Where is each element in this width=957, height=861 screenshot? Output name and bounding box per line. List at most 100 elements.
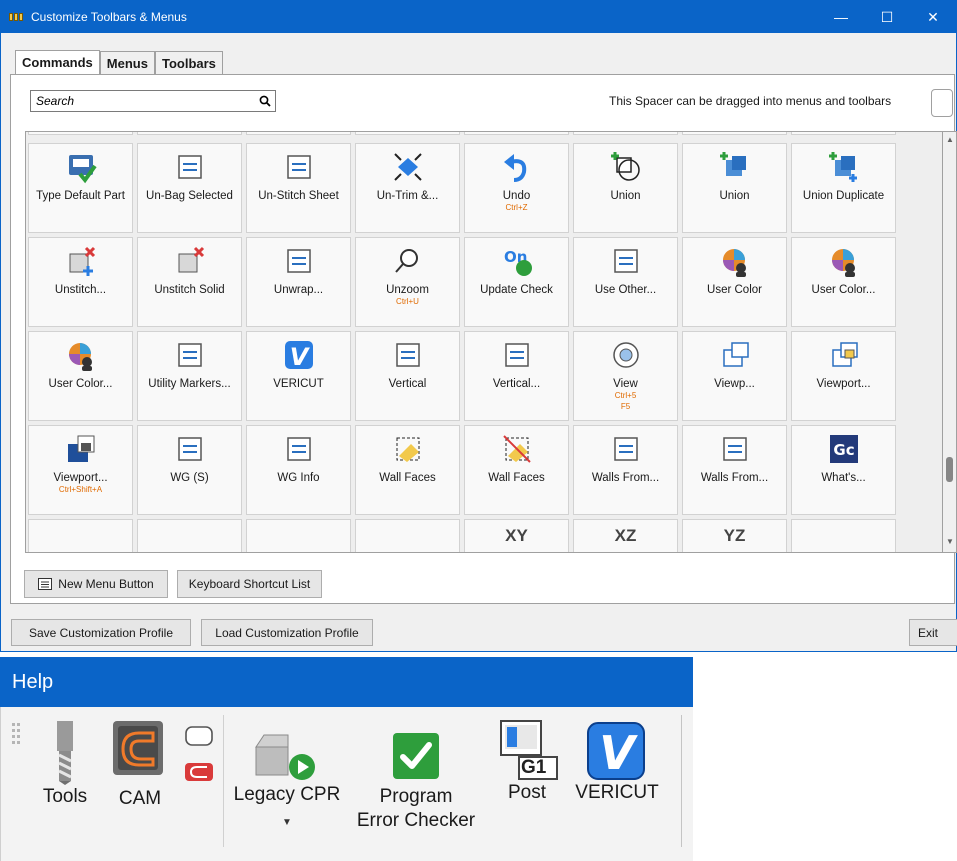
union-circle-icon: [609, 150, 643, 184]
command-cell[interactable]: Viewport... Ctrl+Shift+A: [28, 425, 133, 515]
menu-button-icon: [38, 578, 53, 590]
scroll-down-icon[interactable]: ▼: [946, 537, 954, 546]
command-cell-partial-bottom[interactable]: [28, 519, 133, 552]
command-label: Use Other...: [594, 284, 657, 296]
command-cell[interactable]: Wall Faces: [355, 425, 460, 515]
save-profile-button[interactable]: Save Customization Profile: [11, 619, 191, 646]
draggable-spacer[interactable]: [931, 89, 953, 117]
command-cell[interactable]: Unstitch Solid: [137, 237, 242, 327]
command-partial-label: XZ: [614, 526, 637, 545]
command-cell[interactable]: Utility Markers...: [137, 331, 242, 421]
command-cell[interactable]: Vertical: [355, 331, 460, 421]
close-button[interactable]: ✕: [910, 1, 956, 33]
minimize-button[interactable]: —: [818, 1, 864, 33]
command-cell[interactable]: Union Duplicate: [791, 143, 896, 233]
command-cell-partial-bottom[interactable]: [137, 519, 242, 552]
command-cell[interactable]: Type Default Part: [28, 143, 133, 233]
command-cell[interactable]: Wall Faces: [464, 425, 569, 515]
command-label: Wall Faces: [379, 472, 436, 484]
user-color-select-icon: [827, 244, 861, 278]
command-cell-partial-bottom[interactable]: XZ: [573, 519, 678, 552]
command-cell[interactable]: WG Info: [246, 425, 351, 515]
command-cell-partial-top[interactable]: [573, 132, 678, 135]
ribbon-legacy-cpr-button[interactable]: Legacy CPR ▼: [227, 725, 347, 828]
search-icon[interactable]: [255, 95, 275, 107]
command-cell-partial-bottom[interactable]: [355, 519, 460, 552]
toolbar-grip[interactable]: [12, 723, 22, 747]
tab-menus[interactable]: Menus: [99, 51, 155, 74]
tab-toolbars[interactable]: Toolbars: [154, 51, 223, 74]
scroll-up-icon[interactable]: ▲: [946, 135, 954, 144]
command-cell[interactable]: Vertical...: [464, 331, 569, 421]
command-cell-partial-top[interactable]: [791, 132, 896, 135]
ribbon-vericut-button[interactable]: V VERICUT: [567, 721, 667, 805]
command-cell-partial-top[interactable]: [682, 132, 787, 135]
command-partial-label: YZ: [723, 526, 746, 545]
scroll-thumb[interactable]: [946, 457, 953, 482]
load-profile-button[interactable]: Load Customization Profile: [201, 619, 373, 646]
ribbon-cam-button[interactable]: CAM: [105, 719, 175, 811]
viewport-lock-icon: [827, 338, 861, 372]
exit-button[interactable]: Exit: [909, 619, 957, 646]
cam-small-icons[interactable]: [183, 725, 217, 787]
command-cell[interactable]: Union: [682, 143, 787, 233]
search-input[interactable]: Search: [30, 90, 276, 112]
ribbon-post-button[interactable]: G1 Post: [495, 719, 559, 805]
command-cell[interactable]: Viewport...: [791, 331, 896, 421]
unstitch-sheet-icon: [282, 150, 316, 184]
help-ribbon: Tools CAM Legacy CPR ▼ Program Error Che…: [0, 707, 693, 861]
walls-from-outline-icon: [718, 432, 752, 466]
command-cell-partial-top[interactable]: [28, 132, 133, 135]
wall-faces-remove-icon: [500, 432, 534, 466]
command-label: User Color...: [48, 378, 113, 390]
tab-commands[interactable]: Commands: [15, 50, 100, 74]
command-cell[interactable]: Un-Bag Selected: [137, 143, 242, 233]
command-cell[interactable]: Walls From...: [573, 425, 678, 515]
ribbon-tools-button[interactable]: Tools: [39, 721, 91, 809]
command-cell-partial-bottom[interactable]: YZ: [682, 519, 787, 552]
command-cell-partial-top[interactable]: [464, 132, 569, 135]
command-shortcut: Ctrl+5: [614, 391, 637, 400]
command-label: Un-Trim &...: [376, 190, 439, 202]
command-cell[interactable]: User Color...: [791, 237, 896, 327]
command-cell[interactable]: Gc What's...: [791, 425, 896, 515]
utility-markers-icon: [173, 338, 207, 372]
new-menu-button[interactable]: New Menu Button: [24, 570, 168, 598]
command-cell[interactable]: Undo Ctrl+Z: [464, 143, 569, 233]
command-cell[interactable]: Unstitch...: [28, 237, 133, 327]
command-cell[interactable]: On Update Check: [464, 237, 569, 327]
keyboard-shortcut-list-button[interactable]: Keyboard Shortcut List: [177, 570, 322, 598]
vertical-icon: [391, 338, 425, 372]
command-label: Wall Faces: [488, 472, 545, 484]
command-cell[interactable]: Union: [573, 143, 678, 233]
command-label: View: [613, 378, 638, 390]
command-cell[interactable]: Unwrap...: [246, 237, 351, 327]
grid-scrollbar[interactable]: ▲ ▼: [943, 131, 957, 553]
command-cell-partial-top[interactable]: [355, 132, 460, 135]
command-cell[interactable]: User Color...: [28, 331, 133, 421]
command-cell[interactable]: User Color: [682, 237, 787, 327]
unbag-icon: [173, 150, 207, 184]
command-label: Vertical...: [492, 378, 541, 390]
command-cell[interactable]: Walls From...: [682, 425, 787, 515]
commands-panel: Search This Spacer can be dragged into m…: [10, 74, 957, 604]
command-cell-partial-top[interactable]: [246, 132, 351, 135]
user-color-icon: [718, 244, 752, 278]
command-cell-partial-top[interactable]: [137, 132, 242, 135]
maximize-button[interactable]: ☐: [864, 1, 910, 33]
command-shortcut: Ctrl+Shift+A: [58, 485, 103, 494]
command-cell[interactable]: Viewp...: [682, 331, 787, 421]
command-cell[interactable]: V VERICUT: [246, 331, 351, 421]
command-cell-partial-bottom[interactable]: [246, 519, 351, 552]
customize-dialog: Customize Toolbars & Menus — ☐ ✕ Command…: [0, 0, 957, 652]
dropdown-arrow-icon[interactable]: ▼: [282, 817, 292, 828]
command-cell-partial-bottom[interactable]: XY: [464, 519, 569, 552]
command-cell[interactable]: View Ctrl+5 F5: [573, 331, 678, 421]
command-cell[interactable]: Unzoom Ctrl+U: [355, 237, 460, 327]
command-cell[interactable]: WG (S): [137, 425, 242, 515]
command-cell-partial-bottom[interactable]: [791, 519, 896, 552]
command-cell[interactable]: Un-Stitch Sheet: [246, 143, 351, 233]
command-cell[interactable]: Use Other...: [573, 237, 678, 327]
ribbon-program-error-checker-button[interactable]: Program Error Checker: [341, 721, 491, 833]
command-cell[interactable]: Un-Trim &...: [355, 143, 460, 233]
